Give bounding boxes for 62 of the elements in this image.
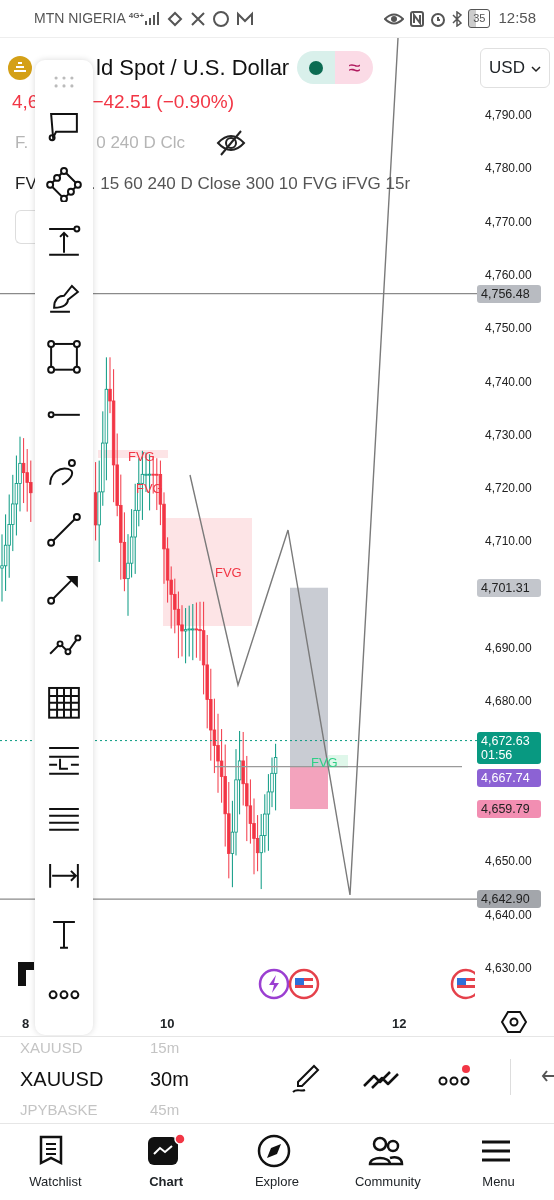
lightning-event-icon[interactable] xyxy=(258,968,290,1000)
us-flag-event-icon[interactable] xyxy=(450,968,475,1000)
symbol-picker-item[interactable]: XAUUSD 30m xyxy=(20,1067,200,1091)
hidden-eye-icon[interactable] xyxy=(215,128,248,157)
grid-icon[interactable] xyxy=(46,685,82,721)
clock-time: 12:58 xyxy=(498,8,536,29)
price-tag: 4,659.79 xyxy=(477,800,541,818)
price-change: −42.51 (−0.90%) xyxy=(92,90,234,114)
carrier-name: MTN NIGERIA xyxy=(34,9,126,28)
signal-icon xyxy=(144,11,161,26)
bluetooth-icon xyxy=(452,10,463,27)
us-flag-event-icon[interactable] xyxy=(288,968,320,1000)
coin-icon xyxy=(8,55,32,80)
price-axis-label: 4,680.00 xyxy=(485,694,532,709)
nav-tab[interactable]: Chart xyxy=(110,1124,222,1200)
polygon-icon[interactable] xyxy=(46,166,82,203)
eye-icon xyxy=(384,11,405,26)
chart-icon xyxy=(146,1134,187,1168)
price-tag: 4,642.90 xyxy=(477,890,541,909)
trend-line-icon[interactable] xyxy=(46,512,82,548)
price-axis-label: 4,720.00 xyxy=(485,481,532,496)
nav-tab[interactable]: Menu xyxy=(443,1124,554,1200)
alarm-icon xyxy=(430,10,447,27)
app-icon xyxy=(190,10,207,27)
rectangle-icon[interactable] xyxy=(46,339,82,376)
price-tag: 4,667.74 xyxy=(477,768,541,787)
chevron-down-icon xyxy=(531,64,541,73)
nfc-icon xyxy=(410,10,425,27)
battery-indicator: 35 xyxy=(468,9,491,28)
app-icon xyxy=(166,9,185,28)
dot-icon xyxy=(309,60,324,75)
price-axis-label: 4,730.00 xyxy=(485,427,532,442)
app-icon xyxy=(212,9,231,28)
nav-tab[interactable]: Explore xyxy=(221,1124,333,1200)
time-axis-label: 10 xyxy=(160,1015,175,1033)
price-tag: 4,701.31 xyxy=(477,578,541,597)
settings-icon[interactable] xyxy=(501,1009,527,1035)
price-axis-label: 4,710.00 xyxy=(485,534,532,549)
nav-tab[interactable]: Community xyxy=(332,1124,444,1200)
price-tag: 4,756.48 xyxy=(477,284,541,303)
price-axis-label: 4,780.00 xyxy=(485,161,532,176)
nav-tab[interactable]: Watchlist xyxy=(0,1124,111,1200)
symbol-title[interactable]: ld Spot / U.S. Dollar xyxy=(96,51,290,84)
price-axis-label: 4,650.00 xyxy=(485,854,532,869)
price-axis-label: 4,740.00 xyxy=(485,374,532,389)
price-axis-label: 4,640.00 xyxy=(485,907,532,922)
time-axis-label: 8 xyxy=(22,1015,30,1033)
time-axis-label: 12 xyxy=(392,1015,407,1033)
app-icon xyxy=(236,10,255,27)
price-axis-label: 4,760.00 xyxy=(485,267,532,282)
price-axis-label: 4,790.00 xyxy=(485,108,532,122)
drag-handle-icon[interactable] xyxy=(53,75,75,89)
zone-label: FVG xyxy=(215,564,242,582)
price-axis-label: 4,690.00 xyxy=(485,641,532,655)
zone-label: FVG xyxy=(311,754,338,772)
price-axis-label: 4,630.00 xyxy=(485,960,532,975)
price-tag: 4,672.63 01:56 xyxy=(477,731,541,764)
currency-dropdown[interactable]: USD xyxy=(480,48,550,88)
network-label: 4G+ xyxy=(128,10,145,22)
price-axis-label: 4,750.00 xyxy=(485,321,532,336)
price-axis-label: 4,770.00 xyxy=(485,214,532,229)
delay-indicator: ≈ xyxy=(335,51,374,84)
